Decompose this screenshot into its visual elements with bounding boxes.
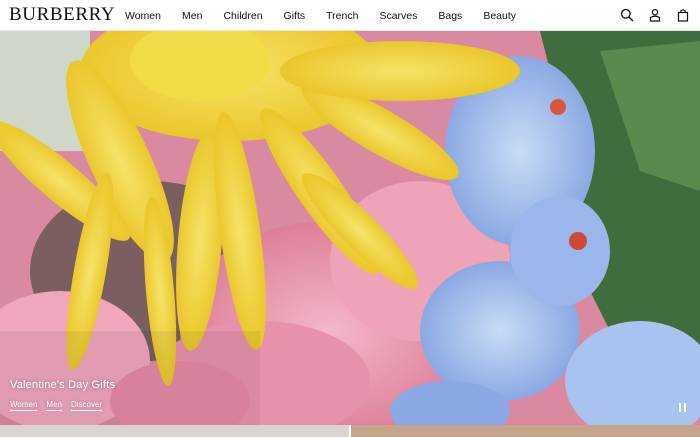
hero-caption: Valentine's Day Gifts Women Men Discover [10, 379, 115, 411]
burberry-logo[interactable]: BURBERRY [9, 5, 115, 25]
account-button[interactable] [646, 6, 664, 24]
header-actions [608, 6, 692, 24]
nav-item-scarves[interactable]: Scarves [379, 10, 417, 22]
nav-item-gifts[interactable]: Gifts [284, 10, 306, 22]
nav-item-beauty[interactable]: Beauty [483, 10, 516, 22]
bag-icon [677, 9, 689, 22]
hero-link-discover[interactable]: Discover [70, 400, 103, 411]
nav-item-women[interactable]: Women [125, 10, 161, 22]
nav-item-trench[interactable]: Trench [326, 10, 358, 22]
search-button[interactable] [618, 6, 636, 24]
hero-flowers-image [0, 31, 700, 425]
nav-item-children[interactable]: Children [223, 10, 262, 22]
nav-item-men[interactable]: Men [182, 10, 202, 22]
pause-icon[interactable] [678, 403, 688, 413]
search-icon [620, 8, 634, 22]
preview-tile-right[interactable] [351, 425, 700, 437]
hero-title: Valentine's Day Gifts [10, 379, 116, 391]
hero-link-women[interactable]: Women [10, 400, 38, 411]
site-header: BURBERRY Women Men Children Gifts Trench… [0, 0, 700, 31]
nav-item-bags[interactable]: Bags [438, 10, 462, 22]
hero-banner[interactable]: Valentine's Day Gifts Women Men Discover [0, 31, 700, 425]
account-icon [649, 8, 661, 22]
hero-links: Women Men Discover [10, 400, 115, 411]
next-section-preview [0, 425, 700, 437]
hero-link-men[interactable]: Men [46, 400, 62, 411]
main-nav: Women Men Children Gifts Trench Scarves … [125, 0, 537, 31]
preview-tile-left[interactable] [0, 425, 349, 437]
bag-button[interactable] [674, 6, 692, 24]
